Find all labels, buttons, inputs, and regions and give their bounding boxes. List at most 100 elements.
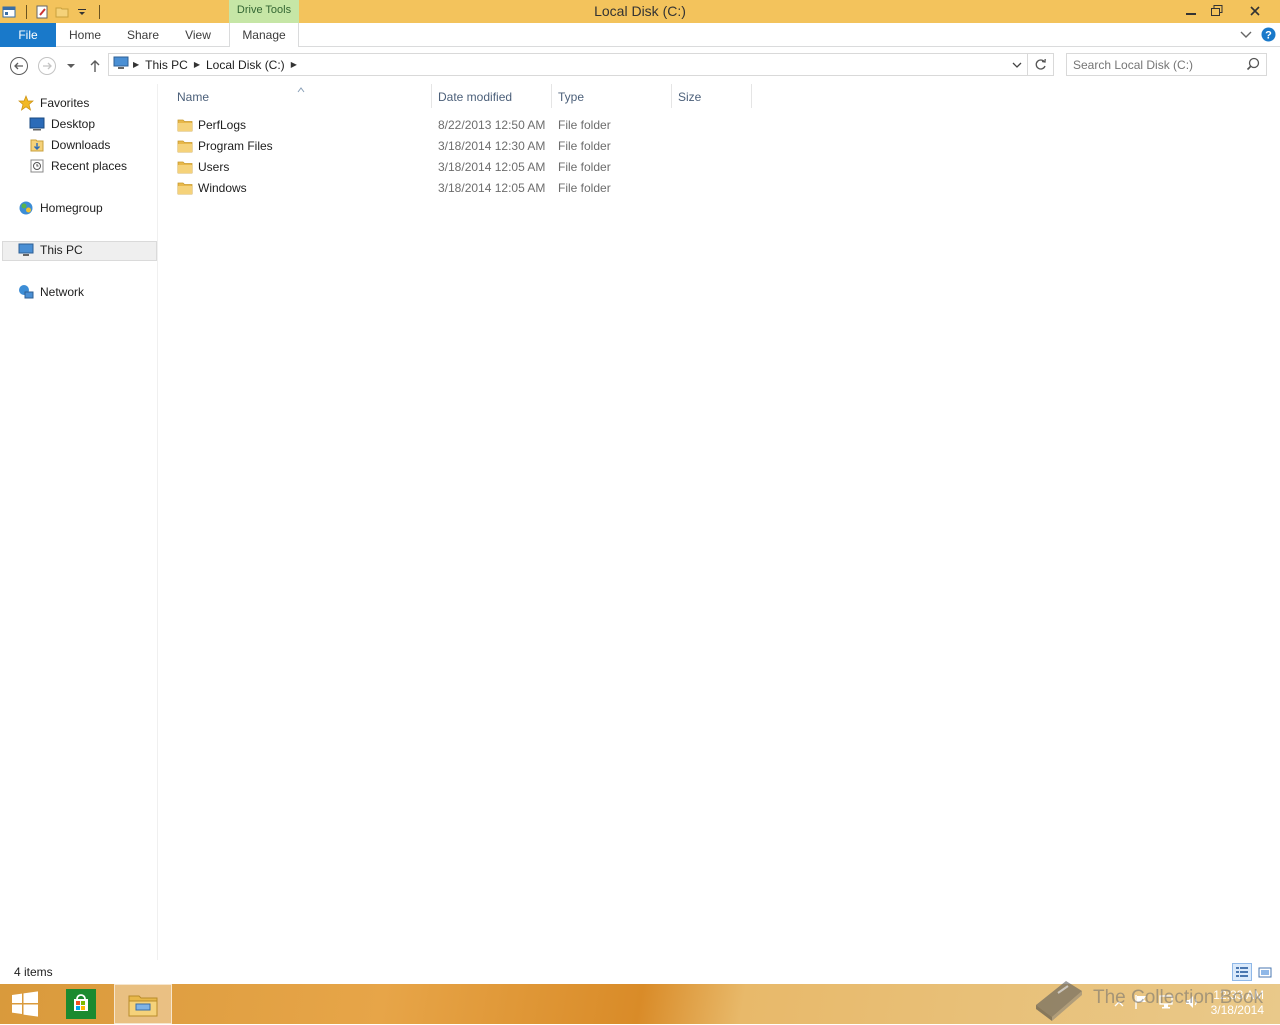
title-bar: Drive Tools Local Disk (C:) <box>0 0 1280 23</box>
refresh-icon[interactable] <box>1027 54 1053 75</box>
tab-share[interactable]: Share <box>120 23 166 47</box>
up-button[interactable] <box>84 55 106 77</box>
search-input[interactable] <box>1073 56 1243 73</box>
volume-icon[interactable] <box>1184 994 1200 1013</box>
nav-this-pc[interactable]: This PC <box>18 240 83 260</box>
start-button[interactable] <box>4 984 46 1024</box>
back-button[interactable] <box>8 55 30 77</box>
svg-text:?: ? <box>1265 30 1272 42</box>
forward-button[interactable] <box>36 55 58 77</box>
nav-favorites[interactable]: Favorites <box>18 93 89 113</box>
recent-places-icon <box>29 158 45 174</box>
folder-icon <box>177 181 193 198</box>
tab-view[interactable]: View <box>176 23 220 47</box>
file-name: Program Files <box>198 139 273 153</box>
file-type: File folder <box>558 160 611 174</box>
nav-downloads[interactable]: Downloads <box>29 135 110 155</box>
file-row[interactable]: PerfLogs 8/22/2013 12:50 AM File folder <box>173 115 613 136</box>
downloads-icon <box>29 137 45 153</box>
nav-desktop[interactable]: Desktop <box>29 114 95 134</box>
large-icons-view-button[interactable] <box>1255 963 1275 981</box>
store-button[interactable] <box>60 984 102 1024</box>
toolbar-divider <box>26 4 27 19</box>
address-history-dropdown[interactable] <box>1007 54 1027 75</box>
column-divider[interactable] <box>671 84 672 108</box>
restore-button[interactable] <box>1204 0 1230 21</box>
nav-recent-places-label: Recent places <box>51 159 128 173</box>
network-status-icon[interactable] <box>1158 994 1174 1013</box>
help-icon[interactable]: ? <box>1261 27 1276 45</box>
file-explorer-icon <box>128 995 158 1017</box>
crumb-this-pc[interactable]: This PC <box>139 58 194 72</box>
column-divider[interactable] <box>551 84 552 108</box>
new-folder-icon[interactable] <box>53 3 71 21</box>
properties-icon[interactable] <box>33 3 51 21</box>
tab-home[interactable]: Home <box>62 23 108 47</box>
minimize-button[interactable] <box>1178 0 1204 21</box>
file-date: 3/18/2014 12:05 AM <box>438 160 546 174</box>
system-tray <box>1114 994 1200 1013</box>
file-type: File folder <box>558 118 611 132</box>
file-row[interactable]: Windows 3/18/2014 12:05 AM File folder <box>173 178 613 199</box>
nav-recent-places[interactable]: Recent places <box>29 156 127 176</box>
search-icon[interactable] <box>1246 57 1260 74</box>
file-row[interactable]: Users 3/18/2014 12:05 AM File folder <box>173 157 613 178</box>
column-header-type[interactable]: Type <box>558 86 584 108</box>
chevron-right-icon[interactable]: ▶ <box>291 60 297 69</box>
column-header-size[interactable]: Size <box>678 86 701 108</box>
drive-tools-group-label: Drive Tools <box>229 0 299 23</box>
expand-ribbon-icon[interactable] <box>1240 29 1252 43</box>
windows-logo-icon <box>12 991 38 1017</box>
crumb-local-disk[interactable]: Local Disk (C:) <box>200 58 291 72</box>
file-name: Users <box>198 160 230 174</box>
file-explorer-taskbar-button[interactable] <box>114 984 172 1024</box>
show-hidden-icons-icon[interactable] <box>1114 997 1124 1011</box>
folder-icon <box>177 118 193 135</box>
star-icon <box>18 95 34 111</box>
network-icon <box>18 284 34 300</box>
search-box[interactable] <box>1066 53 1267 76</box>
column-divider[interactable] <box>751 84 752 108</box>
details-view-button[interactable] <box>1232 963 1252 981</box>
homegroup-icon <box>18 200 34 216</box>
recent-locations-button[interactable] <box>62 55 80 77</box>
toolbar-divider <box>99 4 100 19</box>
item-count: 4 items <box>14 965 53 979</box>
file-date: 3/18/2014 12:30 AM <box>438 139 546 153</box>
store-icon <box>66 989 96 1019</box>
window-menu-icon[interactable] <box>0 3 18 21</box>
column-header-date-modified[interactable]: Date modified <box>438 86 512 108</box>
taskbar: 12:33 AM 3/18/2014 <box>0 984 1280 1024</box>
address-bar[interactable]: ▶ This PC ▶ Local Disk (C:) ▶ <box>108 53 1054 76</box>
nav-favorites-label: Favorites <box>40 96 90 110</box>
sort-ascending-icon <box>297 82 305 96</box>
details-view-icon <box>1236 967 1248 977</box>
file-type: File folder <box>558 139 611 153</box>
file-name: Windows <box>198 181 247 195</box>
column-header-name[interactable]: Name <box>177 86 209 108</box>
nav-homegroup[interactable]: Homegroup <box>18 198 103 218</box>
clock[interactable]: 12:33 AM 3/18/2014 <box>1211 988 1264 1018</box>
nav-network-label: Network <box>40 285 85 299</box>
nav-downloads-label: Downloads <box>51 138 111 152</box>
clock-time: 12:33 AM <box>1213 988 1264 1002</box>
window-title: Local Disk (C:) <box>594 3 686 19</box>
column-divider[interactable] <box>431 84 432 108</box>
file-type: File folder <box>558 181 611 195</box>
nav-desktop-label: Desktop <box>51 117 96 131</box>
nav-network[interactable]: Network <box>18 282 84 302</box>
tab-manage[interactable]: Manage <box>229 23 299 47</box>
file-date: 8/22/2013 12:50 AM <box>438 118 546 132</box>
action-center-flag-icon[interactable] <box>1134 994 1148 1013</box>
file-row[interactable]: Program Files 3/18/2014 12:30 AM File fo… <box>173 136 613 157</box>
customize-toolbar-icon[interactable] <box>73 3 91 21</box>
desktop-icon <box>29 116 45 132</box>
nav-homegroup-label: Homegroup <box>40 201 103 215</box>
quick-access-toolbar <box>0 0 106 23</box>
tab-file[interactable]: File <box>0 23 56 47</box>
folder-icon <box>177 160 193 177</box>
close-button[interactable] <box>1240 0 1270 21</box>
navigation-pane: Favorites Desktop Downloads Recent place… <box>0 84 158 960</box>
ribbon-tabs: File Home Share View Manage ? <box>0 23 1280 47</box>
clock-date: 3/18/2014 <box>1210 1003 1264 1017</box>
